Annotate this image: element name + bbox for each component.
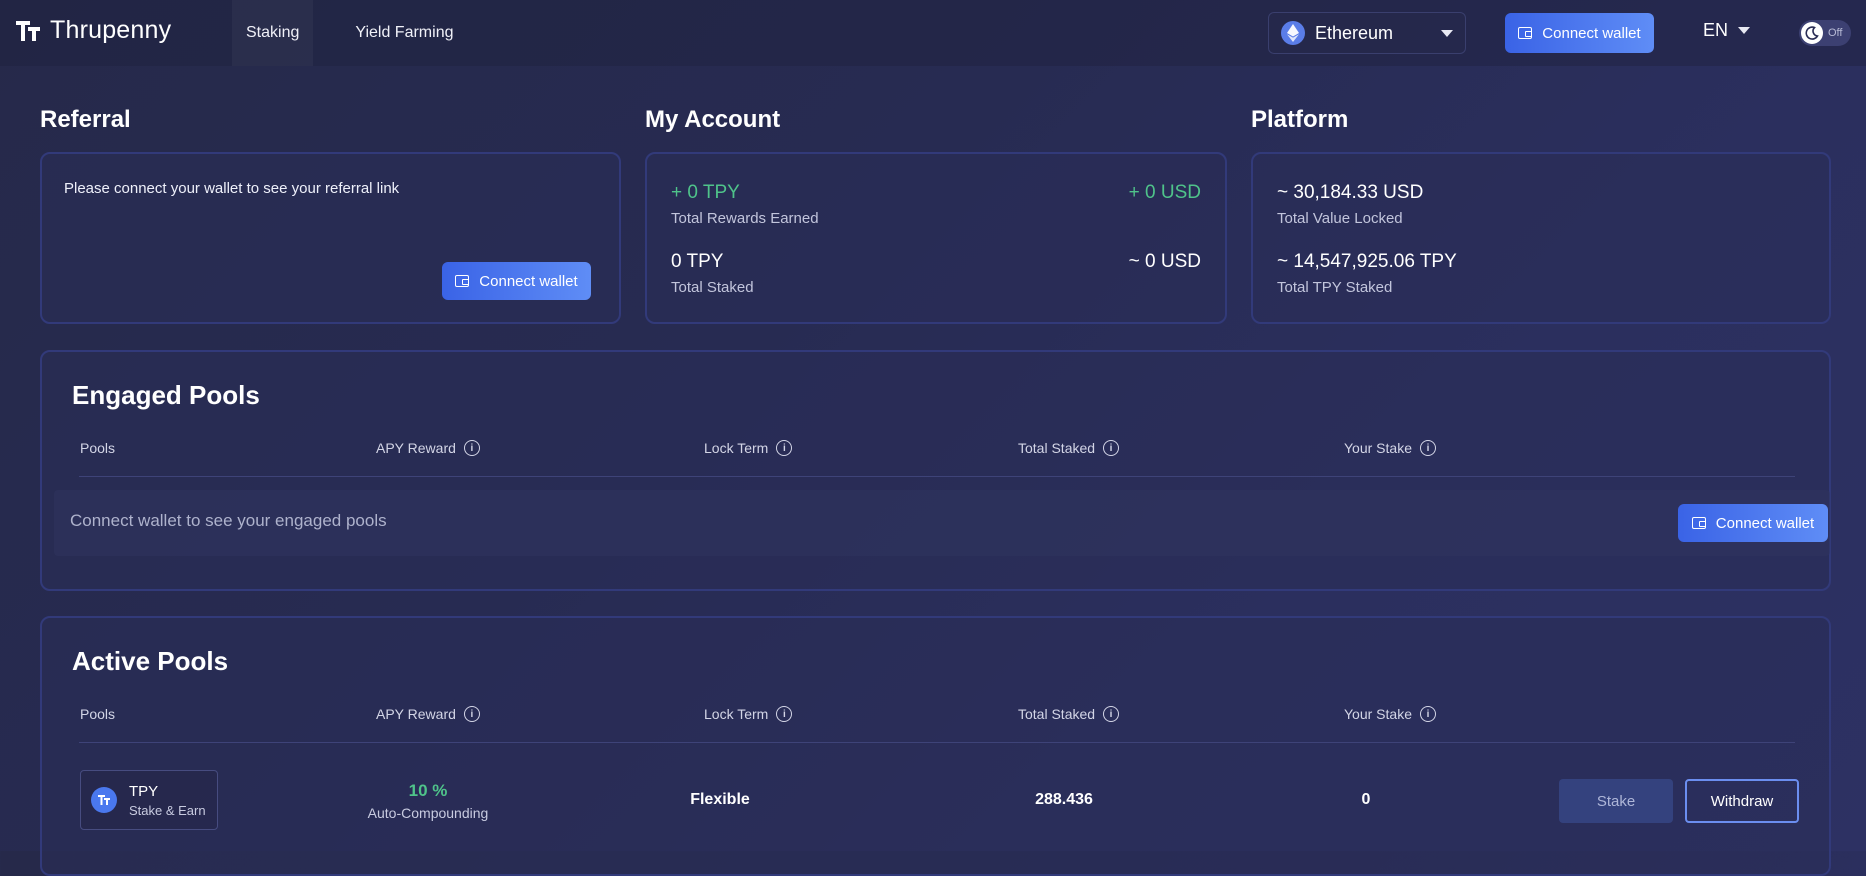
my-account-card: + 0 TPY + 0 USD Total Rewards Earned 0 T… (645, 152, 1227, 324)
connect-wallet-label: Connect wallet (1715, 514, 1815, 532)
info-icon[interactable]: i (1103, 706, 1120, 722)
nav-staking[interactable]: Staking (232, 0, 314, 66)
rewards-usd: + 0 USD (1128, 182, 1201, 203)
col-lock-label: Lock Term (704, 706, 769, 722)
referral-connect-wallet-button[interactable]: Connect wallet (442, 262, 591, 300)
col-apy: APY Reward i (376, 706, 480, 722)
col-apy-label: APY Reward (376, 440, 456, 456)
col-total: Total Staked i (1018, 440, 1120, 456)
staked-usd: ~ 0 USD (1128, 251, 1201, 272)
rewards-label: Total Rewards Earned (671, 210, 819, 227)
info-icon[interactable]: i (1419, 706, 1436, 722)
col-pools: Pools (80, 440, 115, 456)
pool-apy-sub: Auto-Compounding (367, 805, 489, 821)
info-icon[interactable]: i (1103, 440, 1120, 456)
ethereum-icon (1281, 21, 1305, 45)
thrupenny-logo-icon (16, 20, 40, 41)
total-tpy-staked-label: Total TPY Staked (1277, 279, 1393, 296)
withdraw-button[interactable]: Withdraw (1685, 779, 1799, 823)
total-value-locked: ~ 30,184.33 USD (1277, 182, 1424, 203)
stake-button[interactable]: Stake (1559, 779, 1673, 823)
referral-message: Please connect your wallet to see your r… (64, 180, 400, 197)
staked-label: Total Staked (671, 279, 754, 296)
col-your: Your Stake i (1344, 440, 1436, 456)
language-selector[interactable]: EN (1703, 20, 1751, 41)
active-pools-card: Active Pools Pools APY Reward i Lock Ter… (40, 616, 1831, 876)
network-name: Ethereum (1315, 22, 1394, 43)
referral-card: Please connect your wallet to see your r… (40, 152, 621, 324)
top-navbar: Thrupenny Staking Yield Farming Ethereum… (0, 0, 1866, 66)
wallet-icon (1518, 27, 1533, 39)
engaged-empty-message: Connect wallet to see your engaged pools (70, 511, 387, 530)
pool-apy: 10 % (408, 781, 448, 800)
col-lock: Lock Term i (704, 440, 793, 456)
my-account-title: My Account (645, 106, 781, 133)
pool-your-stake: 0 (1361, 791, 1371, 808)
info-icon[interactable]: i (776, 440, 793, 456)
info-icon[interactable]: i (776, 706, 793, 722)
engaged-pools-title: Engaged Pools (72, 380, 260, 410)
connect-wallet-label: Connect wallet (479, 272, 578, 290)
network-selector[interactable]: Ethereum (1268, 12, 1466, 54)
theme-toggle-state: Off (1828, 27, 1843, 39)
engaged-empty-row: Connect wallet to see your engaged pools (54, 490, 1830, 556)
moon-icon (1801, 22, 1823, 44)
brand-logo[interactable]: Thrupenny (14, 16, 171, 45)
theme-toggle[interactable]: Off (1799, 20, 1851, 46)
active-pools-title: Active Pools (72, 646, 229, 676)
tpy-token-icon (91, 787, 117, 813)
table-divider (79, 742, 1795, 743)
col-your-label: Your Stake (1344, 440, 1412, 456)
main-nav: Staking Yield Farming (232, 0, 467, 66)
staked-tpy: 0 TPY (671, 251, 724, 272)
col-total: Total Staked i (1018, 706, 1120, 722)
nav-yield-farming[interactable]: Yield Farming (341, 0, 467, 66)
info-icon[interactable]: i (463, 440, 480, 456)
engaged-connect-wallet-button[interactable]: Connect wallet (1678, 504, 1828, 542)
referral-title: Referral (40, 106, 131, 133)
connect-wallet-label: Connect wallet (1542, 24, 1641, 42)
chevron-down-icon (1441, 29, 1453, 37)
info-icon[interactable]: i (463, 706, 480, 722)
col-lock: Lock Term i (704, 706, 793, 722)
engaged-pools-card: Engaged Pools Pools APY Reward i Lock Te… (40, 350, 1831, 591)
info-icon[interactable]: i (1419, 440, 1436, 456)
col-total-label: Total Staked (1018, 706, 1096, 722)
col-your: Your Stake i (1344, 706, 1436, 722)
pool-total-staked: 288.436 (1035, 791, 1093, 808)
col-apy: APY Reward i (376, 440, 480, 456)
total-tpy-staked: ~ 14,547,925.06 TPY (1277, 251, 1457, 272)
language-label: EN (1703, 20, 1729, 40)
wallet-icon (455, 275, 470, 287)
col-lock-label: Lock Term (704, 440, 769, 456)
header-connect-wallet-button[interactable]: Connect wallet (1505, 13, 1654, 53)
wallet-icon (1691, 517, 1706, 529)
pool-name: TPY (129, 782, 159, 800)
pool-chip-tpy: TPY Stake & Earn (80, 770, 218, 830)
brand-name: Thrupenny (50, 16, 172, 44)
total-value-locked-label: Total Value Locked (1277, 210, 1403, 227)
col-pools: Pools (80, 706, 115, 722)
col-apy-label: APY Reward (376, 706, 456, 722)
chevron-down-icon (1738, 27, 1751, 34)
platform-card: ~ 30,184.33 USD Total Value Locked ~ 14,… (1251, 152, 1831, 324)
table-divider (79, 476, 1795, 477)
col-your-label: Your Stake (1344, 706, 1412, 722)
rewards-tpy: + 0 TPY (671, 182, 740, 203)
col-total-label: Total Staked (1018, 440, 1096, 456)
col-pools-label: Pools (80, 440, 116, 456)
col-pools-label: Pools (80, 706, 116, 722)
platform-title: Platform (1251, 106, 1349, 133)
pool-subtitle: Stake & Earn (129, 802, 206, 818)
pool-lock-term: Flexible (690, 791, 750, 808)
